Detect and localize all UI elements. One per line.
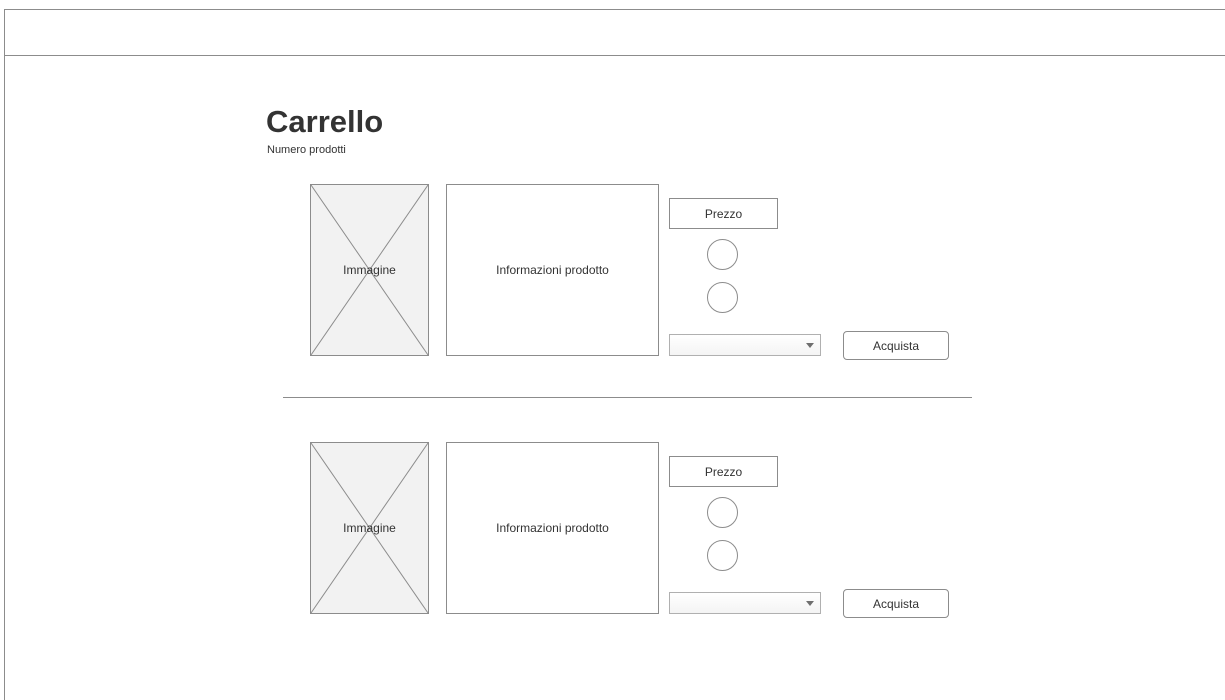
product-count-label: Numero prodotti xyxy=(267,144,346,156)
quantity-select[interactable] xyxy=(669,334,821,356)
product-image-label: Immagine xyxy=(343,521,396,535)
option-radio[interactable] xyxy=(707,239,738,270)
product-info: Informazioni prodotto xyxy=(446,184,659,356)
product-price: Prezzo xyxy=(669,198,778,229)
product-image-label: Immagine xyxy=(343,263,396,277)
buy-button[interactable]: Acquista xyxy=(843,331,949,360)
product-image-placeholder: Immagine xyxy=(310,184,429,356)
buy-button[interactable]: Acquista xyxy=(843,589,949,618)
option-radio[interactable] xyxy=(707,282,738,313)
quantity-select[interactable] xyxy=(669,592,821,614)
item-divider xyxy=(283,397,972,398)
page: Carrello Numero prodotti Immagine Inform… xyxy=(0,0,1225,700)
cart-item: Immagine Informazioni prodotto Prezzo Ac… xyxy=(0,184,1225,360)
header-bar xyxy=(4,9,1225,56)
cart-item: Immagine Informazioni prodotto Prezzo Ac… xyxy=(0,442,1225,618)
option-radio[interactable] xyxy=(707,540,738,571)
product-price: Prezzo xyxy=(669,456,778,487)
chevron-down-icon[interactable] xyxy=(800,335,820,355)
chevron-down-icon[interactable] xyxy=(800,593,820,613)
product-info: Informazioni prodotto xyxy=(446,442,659,614)
page-title: Carrello xyxy=(266,104,384,139)
option-radio[interactable] xyxy=(707,497,738,528)
product-image-placeholder: Immagine xyxy=(310,442,429,614)
